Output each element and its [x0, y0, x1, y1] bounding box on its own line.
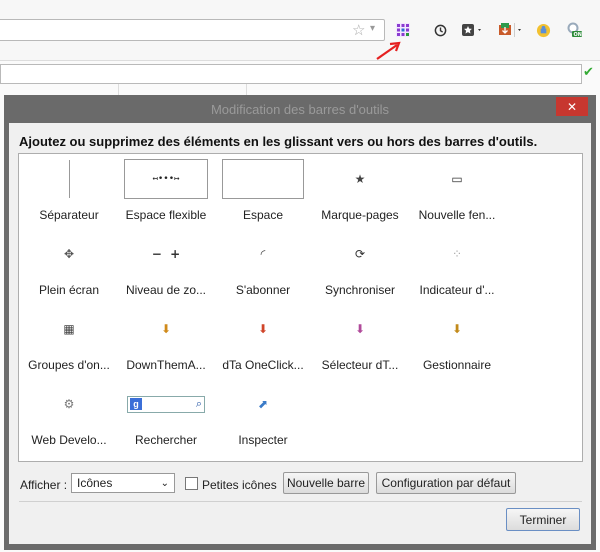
palette-item[interactable]: ⁘ Indicateur d'... — [409, 234, 505, 304]
addon-on-toggle-icon[interactable]: ON — [565, 21, 583, 39]
dta-selector-icon: ⬇ — [354, 322, 366, 336]
new-window-icon: ▭ — [451, 172, 463, 186]
customize-toolbar-dialog: Modification des barres d'outils ✕ Ajout… — [4, 95, 596, 550]
bookmark-star-icon[interactable]: ☆ — [352, 21, 365, 39]
palette-item-label: Groupes d'on... — [28, 358, 110, 372]
done-button[interactable]: Terminer — [506, 508, 580, 531]
inspect-icon: ⬈ — [257, 397, 269, 411]
palette-item-label: Rechercher — [134, 433, 198, 447]
close-button[interactable]: ✕ — [556, 97, 588, 116]
palette-item[interactable]: ⬈ Inspecter — [215, 384, 311, 454]
palette-item-label: Synchroniser — [324, 283, 396, 297]
palette-item[interactable]: ▦ Groupes d'on... — [21, 309, 117, 379]
palette-item-label: Espace flexible — [125, 208, 207, 222]
palette-item[interactable]: ▭ Nouvelle fen... — [409, 159, 505, 229]
palette-item[interactable]: Séparateur — [21, 159, 117, 229]
show-label: Afficher : — [20, 478, 68, 492]
palette-item-label: Sélecteur dT... — [321, 358, 399, 372]
loading-indicator-icon: ⁘ — [451, 247, 463, 261]
customize-grid-icon[interactable] — [394, 21, 412, 39]
palette-item[interactable]: ◜ S'abonner — [215, 234, 311, 304]
annotation-arrow-icon — [376, 41, 401, 60]
dialog-title: Modification des barres d'outils — [210, 102, 390, 117]
secondary-bar[interactable] — [0, 64, 582, 84]
new-bar-button[interactable]: Nouvelle barre — [283, 472, 369, 494]
divider — [19, 501, 582, 502]
url-dropdown-icon[interactable]: ▾ — [370, 23, 375, 34]
palette-item-label: Marque-pages — [321, 208, 399, 222]
downloads-menu-icon[interactable] — [497, 21, 527, 39]
small-icons-label: Petites icônes — [202, 478, 277, 492]
svg-text:ON: ON — [574, 32, 582, 38]
palette-item-label: Gestionnaire — [422, 358, 492, 372]
web-developer-icon: ⚙ — [63, 397, 75, 411]
palette-item-label: Niveau de zo... — [125, 283, 207, 297]
palette-item[interactable]: ⬇ dTa OneClick... — [215, 309, 311, 379]
palette-item-label: Espace — [242, 208, 284, 222]
palette-item[interactable]: ★ Marque-pages — [312, 159, 408, 229]
palette-item-label: dTa OneClick... — [222, 358, 304, 372]
dta-oneclick-icon: ⬇ — [257, 322, 269, 336]
zoom-icon: − + — [151, 247, 181, 261]
tab-groups-icon: ▦ — [63, 322, 75, 336]
space-icon — [215, 159, 311, 199]
palette-item[interactable]: g ⌕ Rechercher — [118, 384, 214, 454]
chevron-down-icon: ⌄ — [160, 477, 169, 489]
search-box-icon: g ⌕ — [118, 384, 214, 424]
palette-item[interactable]: ⬇ Gestionnaire — [409, 309, 505, 379]
palette-item[interactable]: ⟳ Synchroniser — [312, 234, 408, 304]
show-mode-select[interactable]: Icônes ⌄ — [71, 473, 175, 493]
downthemall-icon: ⬇ — [160, 322, 172, 336]
palette-item-label: Plein écran — [38, 283, 100, 297]
bookmarks-menu-icon[interactable] — [460, 21, 486, 39]
palette-item[interactable]: Espace — [215, 159, 311, 229]
small-icons-checkbox[interactable] — [185, 477, 198, 490]
palette-item[interactable]: ✥ Plein écran — [21, 234, 117, 304]
checkmark-icon: ✔ — [583, 65, 594, 80]
url-bar[interactable] — [0, 19, 385, 41]
fullscreen-icon: ✥ — [63, 247, 75, 261]
palette-item-label: S'abonner — [235, 283, 291, 297]
dialog-body: Ajoutez ou supprimez des éléments en les… — [9, 123, 591, 544]
default-config-button[interactable]: Configuration par défaut — [376, 472, 516, 494]
history-clock-icon[interactable] — [431, 21, 449, 39]
rss-icon: ◜ — [260, 247, 266, 261]
palette-item[interactable]: ⚙ Web Develo... — [21, 384, 117, 454]
palette-item-label: Nouvelle fen... — [418, 208, 496, 222]
palette-item-label: Inspecter — [238, 433, 288, 447]
palette-item[interactable]: ↤•••↦ Espace flexible — [118, 159, 214, 229]
palette-item[interactable]: ⬇ DownThemA... — [118, 309, 214, 379]
toolbar-items-palette: Séparateur ↤•••↦ Espace flexible Espace ★ Mar… — [18, 153, 583, 462]
separator-icon — [21, 159, 117, 199]
dialog-footer: Afficher : Icônes ⌄ Petites icônes Nouve… — [9, 467, 591, 497]
instructions-text: Ajoutez ou supprimez des éléments en les… — [19, 134, 538, 149]
close-icon: ✕ — [566, 99, 578, 114]
palette-item-label: Web Develo... — [31, 433, 107, 447]
palette-item-label: DownThemA... — [126, 358, 206, 372]
palette-item-label: Séparateur — [39, 208, 99, 222]
sync-icon: ⟳ — [354, 247, 366, 261]
palette-item-label: Indicateur d'... — [419, 283, 495, 297]
show-mode-value: Icônes — [77, 476, 113, 490]
bookmarks-icon: ★ — [354, 172, 366, 186]
palette-item[interactable]: − + Niveau de zo... — [118, 234, 214, 304]
manager-icon: ⬇ — [451, 322, 463, 336]
browser-toolbar: ☆ ▾ ON — [0, 0, 600, 61]
flexible-space-icon: ↤•••↦ — [118, 159, 214, 199]
dialog-titlebar[interactable]: Modification des barres d'outils ✕ — [4, 95, 596, 123]
palette-item[interactable]: ⬇ Sélecteur dT... — [312, 309, 408, 379]
addon-puzzle-icon[interactable] — [534, 21, 552, 39]
